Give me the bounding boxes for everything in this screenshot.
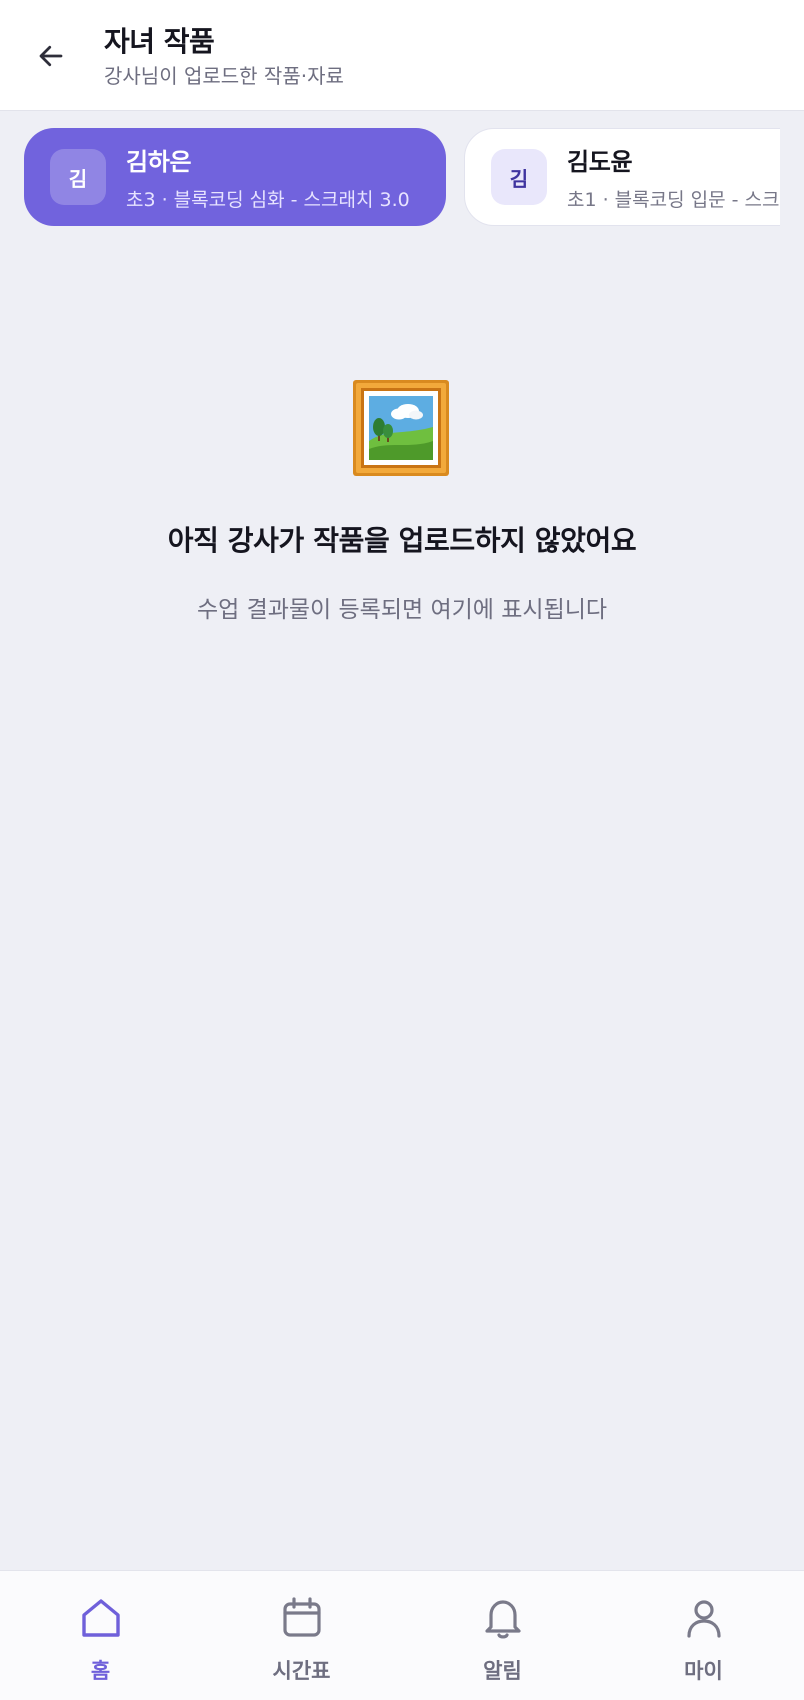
child-name: 김하은 bbox=[126, 148, 192, 176]
bell-icon bbox=[484, 1600, 521, 1639]
page-subtitle: 강사님이 업로드한 작품·자료 bbox=[104, 64, 344, 88]
framed-picture-icon bbox=[353, 380, 449, 476]
child-chip-text: 김도윤 초1 · 블록코딩 입문 - 스크래치 주니어 bbox=[567, 142, 780, 212]
nav-my[interactable]: 마이 bbox=[603, 1571, 804, 1700]
bottom-navigation: 홈 시간표 알림 마이 bbox=[0, 1570, 804, 1700]
child-chip-text: 김하은 초3 · 블록코딩 심화 - 스크래치 3.0 bbox=[126, 142, 410, 212]
child-class: 초3 · 블록코딩 심화 - 스크래치 3.0 bbox=[126, 189, 410, 211]
avatar: 김 bbox=[50, 149, 106, 205]
arrow-left-icon bbox=[39, 45, 63, 67]
nav-notifications-label: 알림 bbox=[483, 1659, 522, 1683]
nav-home-label: 홈 bbox=[90, 1659, 111, 1683]
home-icon bbox=[81, 1599, 120, 1637]
empty-state-title: 아직 강사가 작품을 업로드하지 않았어요 bbox=[167, 524, 637, 557]
back-button[interactable] bbox=[28, 30, 74, 82]
child-class: 초1 · 블록코딩 입문 - 스크래치 주니어 bbox=[567, 189, 780, 211]
child-chip-haeun[interactable]: 김 김하은 초3 · 블록코딩 심화 - 스크래치 3.0 bbox=[24, 128, 446, 226]
page-title: 자녀 작품 bbox=[104, 25, 215, 58]
empty-state-description: 수업 결과물이 등록되면 여기에 표시됩니다 bbox=[196, 597, 608, 623]
nav-home[interactable]: 홈 bbox=[0, 1571, 201, 1700]
nav-notifications[interactable]: 알림 bbox=[402, 1571, 603, 1700]
app-header: 자녀 작품 강사님이 업로드한 작품·자료 bbox=[0, 0, 804, 111]
user-icon bbox=[686, 1600, 721, 1638]
child-selector: 김 김하은 초3 · 블록코딩 심화 - 스크래치 3.0 김 김도윤 초1 ·… bbox=[24, 128, 780, 226]
nav-timetable-label: 시간표 bbox=[272, 1659, 331, 1683]
child-chip-doyun[interactable]: 김 김도윤 초1 · 블록코딩 입문 - 스크래치 주니어 bbox=[464, 128, 780, 226]
calendar-icon bbox=[282, 1597, 321, 1637]
avatar: 김 bbox=[491, 149, 547, 205]
nav-my-label: 마이 bbox=[684, 1659, 723, 1683]
child-name: 김도윤 bbox=[567, 148, 633, 176]
nav-timetable[interactable]: 시간표 bbox=[201, 1571, 402, 1700]
